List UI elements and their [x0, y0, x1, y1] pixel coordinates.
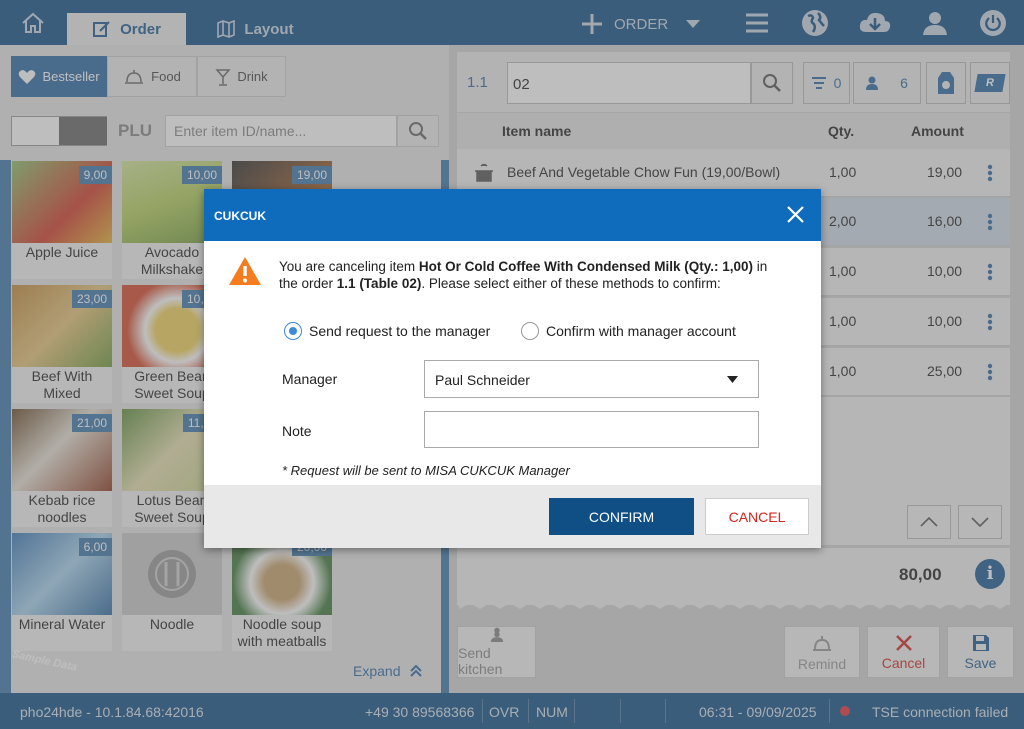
option-confirm-account[interactable]: Confirm with manager account: [521, 322, 736, 340]
close-icon[interactable]: [787, 206, 804, 223]
dialog-message: You are canceling item Hot Or Cold Coffe…: [279, 258, 779, 292]
confirm-button[interactable]: CONFIRM: [549, 498, 694, 535]
option-confirm-label: Confirm with manager account: [546, 323, 736, 339]
caret-down-icon: [727, 376, 738, 383]
dialog-cancel-button[interactable]: CANCEL: [705, 498, 809, 535]
dialog-header: CUKCUK: [204, 189, 821, 241]
warning-icon: [229, 257, 261, 285]
message-item: Hot Or Cold Coffee With Condensed Milk (…: [418, 259, 753, 274]
radio-send-request[interactable]: [284, 322, 302, 340]
manager-select[interactable]: Paul Schneider: [424, 360, 759, 398]
dialog-footnote: * Request will be sent to MISA CUKCUK Ma…: [282, 463, 570, 478]
note-input[interactable]: [424, 411, 759, 448]
manager-value: Paul Schneider: [435, 372, 530, 388]
note-label: Note: [282, 423, 312, 439]
manager-label: Manager: [282, 371, 338, 387]
message-suffix: . Please select either of these methods …: [421, 276, 721, 291]
dialog-title: CUKCUK: [214, 209, 266, 223]
cancel-item-dialog: CUKCUK You are canceling item Hot Or Col…: [204, 189, 821, 548]
radio-confirm-account[interactable]: [521, 322, 539, 340]
option-send-request[interactable]: Send request to the manager: [284, 322, 490, 340]
message-prefix: You are canceling item: [279, 259, 419, 274]
message-order: 1.1 (Table 02): [336, 276, 422, 291]
dialog-footer: CONFIRM CANCEL: [204, 485, 821, 548]
option-send-label: Send request to the manager: [309, 323, 491, 339]
